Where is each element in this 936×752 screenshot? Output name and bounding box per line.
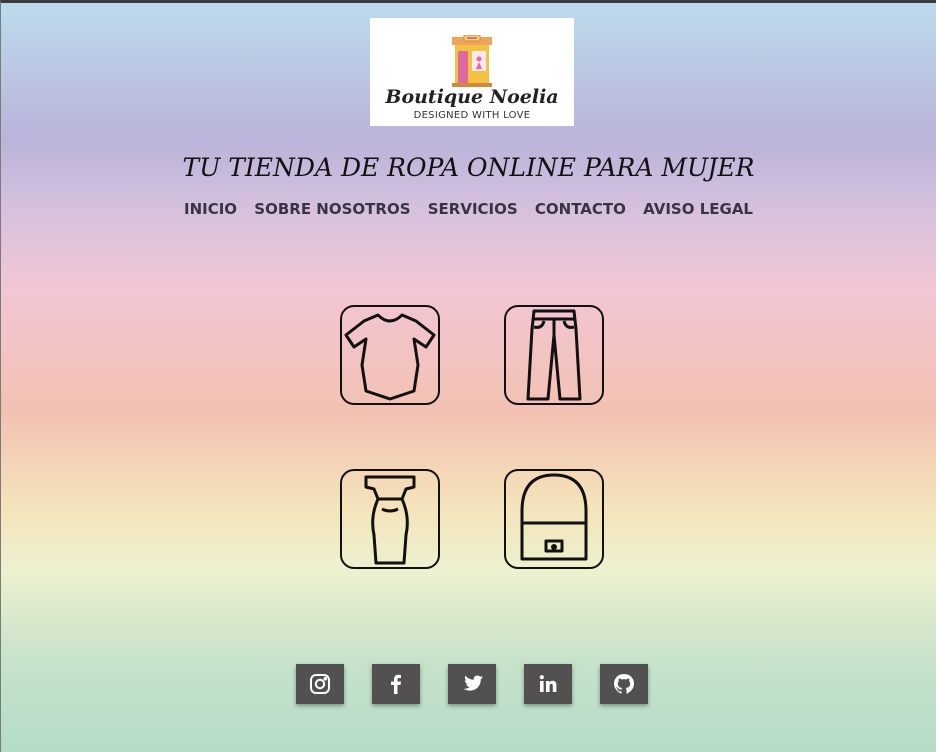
category-dress-tile[interactable] [340,469,440,569]
main-nav: INICIO SOBRE NOSOTROS SERVICIOS CONTACTO… [1,200,936,218]
nav-inicio[interactable]: INICIO [184,200,237,218]
github-icon [614,674,634,694]
brand-logo[interactable]: Boutique Noelia DESIGNED WITH LOVE [370,18,574,126]
nav-servicios[interactable]: SERVICIOS [428,200,518,218]
category-tshirt-tile[interactable] [340,305,440,405]
linkedin-icon [539,675,557,692]
twitter-button[interactable] [448,664,496,704]
brand-name: Boutique Noelia [385,86,559,108]
category-bag-tile[interactable] [504,469,604,569]
nav-contacto[interactable]: CONTACTO [535,200,626,218]
page-headline: TU TIENDA DE ROPA ONLINE PARA MUJER [182,153,755,182]
facebook-button[interactable] [372,664,420,704]
twitter-icon [463,675,483,691]
facebook-icon [391,674,401,694]
github-button[interactable] [600,664,648,704]
category-pants-tile[interactable] [504,305,604,405]
nav-aviso-legal[interactable]: AVISO LEGAL [643,200,753,218]
nav-sobre-nosotros[interactable]: SOBRE NOSOTROS [254,200,410,218]
instagram-icon [310,674,330,694]
bag-icon [520,473,588,561]
pants-icon [526,309,582,401]
linkedin-button[interactable] [524,664,572,704]
dress-icon [364,475,416,565]
shop-icon [452,35,492,87]
tshirt-icon [344,313,436,401]
brand-tagline: DESIGNED WITH LOVE [413,110,531,121]
instagram-button[interactable] [296,664,344,704]
